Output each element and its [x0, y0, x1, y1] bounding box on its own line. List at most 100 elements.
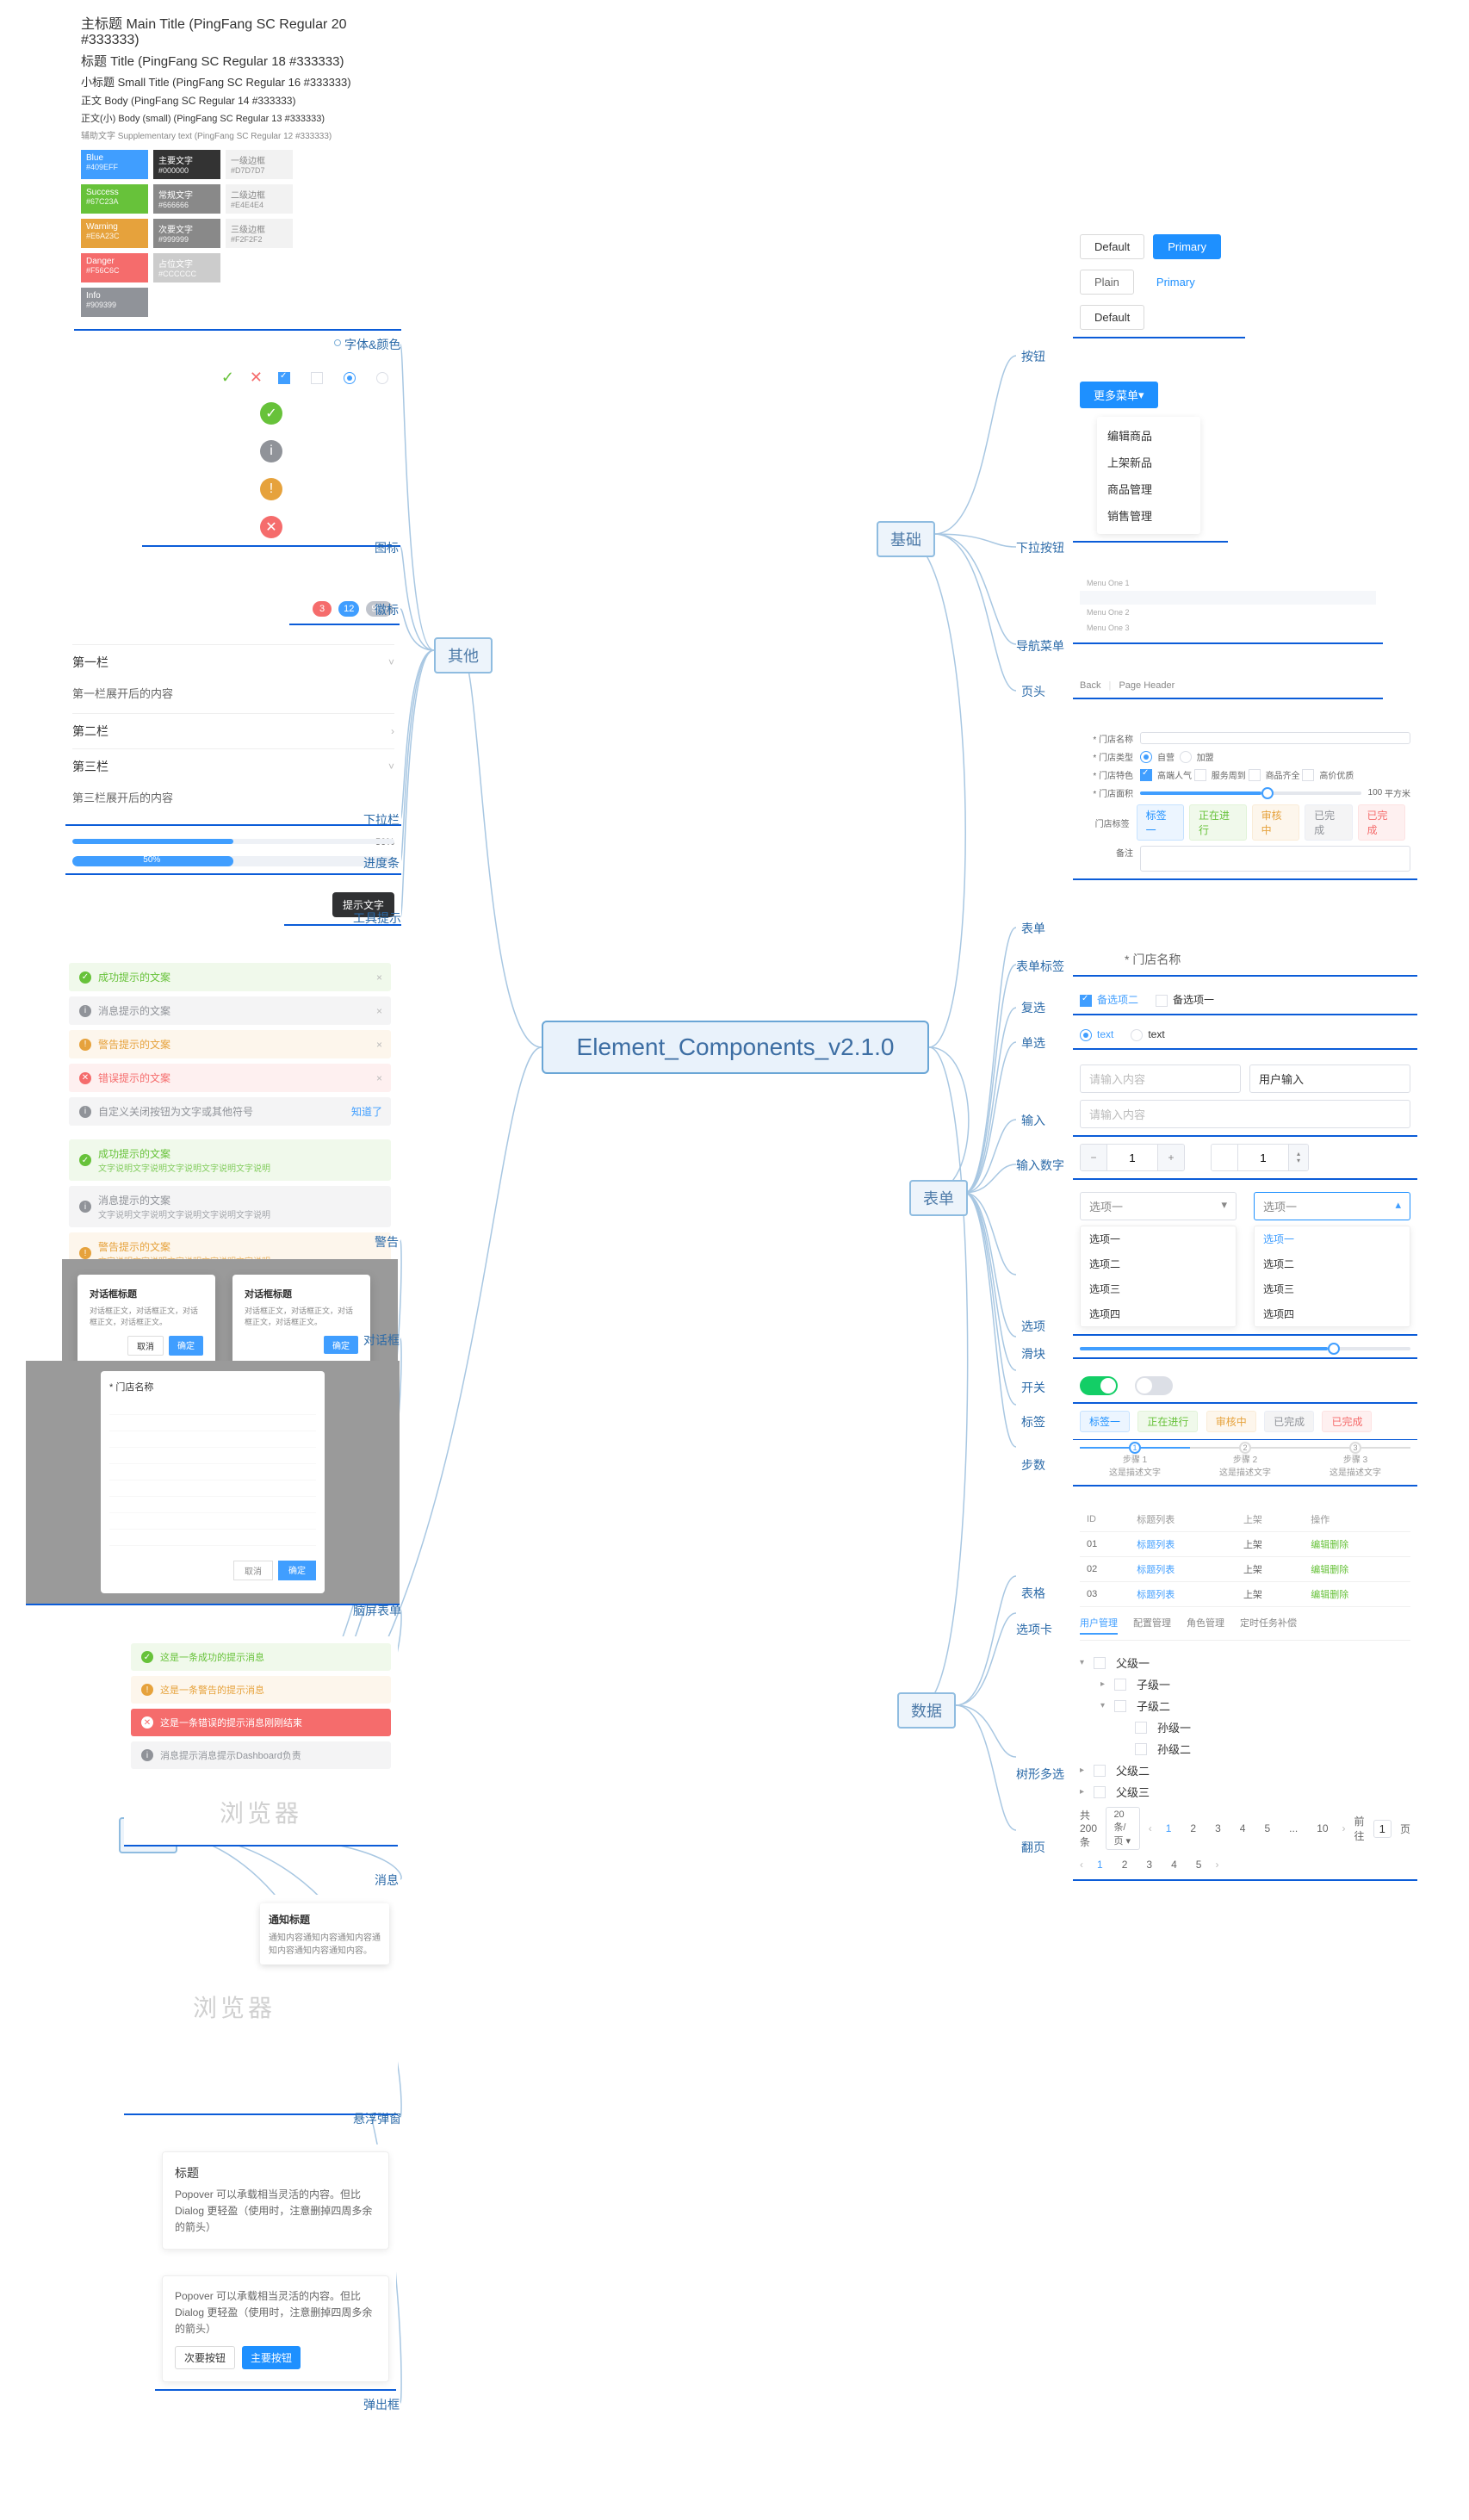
- leaf-badges[interactable]: 徽标: [375, 601, 399, 618]
- select-option[interactable]: 选项三: [1255, 1276, 1410, 1301]
- number-stepper[interactable]: ▴▾: [1211, 1144, 1309, 1171]
- default-button-2[interactable]: Default: [1080, 305, 1144, 330]
- pager-page[interactable]: 4: [1166, 1857, 1182, 1872]
- pager-page[interactable]: 3: [1210, 1821, 1226, 1836]
- leaf-table[interactable]: 表格: [1021, 1585, 1045, 1602]
- leaf-page-header[interactable]: 页头: [1021, 683, 1045, 700]
- leaf-select[interactable]: 选项: [1021, 1318, 1045, 1335]
- text-input[interactable]: 请输入内容: [1080, 1064, 1241, 1093]
- cancel-button[interactable]: 取消: [127, 1336, 164, 1356]
- pager-goto-input[interactable]: 1: [1373, 1820, 1392, 1838]
- cancel-button[interactable]: 取消: [233, 1561, 273, 1580]
- popover-cancel-button[interactable]: 次要按钮: [175, 2346, 235, 2369]
- checkbox-on[interactable]: [1080, 995, 1092, 1007]
- tree-label[interactable]: 父级二: [1116, 1762, 1150, 1778]
- leaf-pagination[interactable]: 翻页: [1021, 1839, 1045, 1856]
- pager-page[interactable]: 3: [1141, 1857, 1157, 1872]
- pager-page[interactable]: 1: [1092, 1857, 1108, 1872]
- select-open[interactable]: 选项一▴: [1254, 1192, 1410, 1220]
- number-stepper[interactable]: −+: [1080, 1144, 1185, 1171]
- pager-page[interactable]: 4: [1235, 1821, 1251, 1836]
- leaf-number[interactable]: 输入数字: [1016, 1157, 1064, 1174]
- leaf-tag[interactable]: 标签: [1021, 1413, 1045, 1431]
- leaf-tooltip[interactable]: 工具提示: [353, 909, 401, 927]
- leaf-font-color[interactable]: 字体&颜色: [344, 336, 400, 353]
- tree-label[interactable]: 子级一: [1137, 1676, 1170, 1692]
- nav-item[interactable]: Menu One 2: [1080, 605, 1376, 620]
- leaf-steps[interactable]: 步数: [1021, 1456, 1045, 1474]
- leaf-full-form[interactable]: 脑屏表单: [353, 1602, 401, 1619]
- branch-form[interactable]: 表单: [909, 1180, 968, 1216]
- root-node[interactable]: Element_Components_v2.1.0: [542, 1021, 929, 1074]
- close-icon[interactable]: ×: [376, 1039, 382, 1051]
- leaf-button[interactable]: 按钮: [1021, 348, 1045, 365]
- pager-page[interactable]: 5: [1191, 1857, 1207, 1872]
- leaf-notify[interactable]: 悬浮弹窗: [353, 2110, 401, 2127]
- menu-item[interactable]: 销售管理: [1107, 502, 1190, 529]
- pager-size[interactable]: 20条/页 ▾: [1106, 1807, 1139, 1850]
- leaf-popover[interactable]: 弹出框: [363, 2396, 400, 2413]
- close-icon[interactable]: ×: [376, 971, 382, 984]
- slider[interactable]: [1080, 1347, 1410, 1350]
- pager-prev[interactable]: ‹: [1080, 1859, 1083, 1871]
- popover-ok-button[interactable]: 主要按钮: [242, 2346, 301, 2369]
- plain-button[interactable]: Plain: [1080, 270, 1134, 295]
- close-icon[interactable]: ×: [376, 1072, 382, 1084]
- menu-item[interactable]: 编辑商品: [1107, 422, 1190, 449]
- close-text[interactable]: 知道了: [351, 1104, 382, 1119]
- leaf-tree[interactable]: 树形多选: [1016, 1766, 1064, 1783]
- radio-off[interactable]: [1131, 1029, 1143, 1041]
- pager-page[interactable]: 2: [1185, 1821, 1201, 1836]
- leaf-form[interactable]: 表单: [1021, 920, 1045, 937]
- collapse-1-title[interactable]: 第一栏: [72, 654, 108, 671]
- select-option[interactable]: 选项一: [1255, 1226, 1410, 1251]
- text-input[interactable]: 请输入内容: [1080, 1100, 1410, 1128]
- leaf-dialog[interactable]: 对话框: [363, 1331, 400, 1349]
- pager-page[interactable]: 2: [1117, 1857, 1133, 1872]
- primary-text-button[interactable]: Primary: [1143, 270, 1209, 295]
- checkbox-off[interactable]: [1156, 995, 1168, 1007]
- pager-next[interactable]: ›: [1215, 1859, 1218, 1871]
- pager-prev[interactable]: ‹: [1149, 1822, 1152, 1834]
- select-option[interactable]: 选项二: [1081, 1251, 1236, 1276]
- branch-data[interactable]: 数据: [897, 1692, 956, 1729]
- leaf-nav-menu[interactable]: 导航菜单: [1016, 637, 1064, 655]
- pager-page[interactable]: 10: [1311, 1821, 1333, 1836]
- collapse-2-title[interactable]: 第二栏: [72, 723, 108, 740]
- select-option[interactable]: 选项一: [1081, 1226, 1236, 1251]
- back-link[interactable]: Back: [1080, 680, 1100, 691]
- primary-button[interactable]: Primary: [1153, 234, 1221, 259]
- leaf-switch[interactable]: 开关: [1021, 1379, 1045, 1396]
- pager-page[interactable]: 5: [1259, 1821, 1275, 1836]
- leaf-message[interactable]: 消息: [375, 1871, 399, 1889]
- leaf-progress[interactable]: 进度条: [363, 854, 400, 872]
- collapse-3-title[interactable]: 第三栏: [72, 758, 108, 775]
- tree-label[interactable]: 父级三: [1116, 1784, 1150, 1800]
- confirm-button[interactable]: 确定: [278, 1561, 316, 1580]
- tab[interactable]: 定时任务补偿: [1240, 1616, 1297, 1635]
- leaf-form-label[interactable]: 表单标签: [1016, 958, 1064, 975]
- nav-item[interactable]: Menu One 3: [1080, 620, 1376, 636]
- select-option[interactable]: 选项四: [1081, 1301, 1236, 1326]
- branch-basic[interactable]: 基础: [877, 521, 935, 557]
- text-input[interactable]: 用户输入: [1249, 1064, 1410, 1093]
- confirm-button[interactable]: 确定: [324, 1336, 358, 1354]
- tab-active[interactable]: 用户管理: [1080, 1616, 1118, 1635]
- select-closed[interactable]: 选项一▾: [1080, 1192, 1237, 1220]
- tree-toggle[interactable]: ▾: [1080, 1658, 1088, 1667]
- tree-label[interactable]: 父级一: [1116, 1654, 1150, 1671]
- tab[interactable]: 配置管理: [1133, 1616, 1171, 1635]
- nav-item[interactable]: Menu One 1: [1080, 575, 1376, 591]
- tree-label[interactable]: 孙级一: [1157, 1719, 1191, 1735]
- select-option[interactable]: 选项二: [1255, 1251, 1410, 1276]
- branch-other[interactable]: 其他: [434, 637, 493, 673]
- leaf-dropdown[interactable]: 下拉栏: [363, 811, 400, 829]
- pager-page[interactable]: 1: [1161, 1821, 1177, 1836]
- more-menu-button[interactable]: 更多菜单: [1080, 382, 1158, 408]
- leaf-radio[interactable]: 单选: [1021, 1034, 1045, 1052]
- tree-label[interactable]: 孙级二: [1157, 1741, 1191, 1757]
- select-option[interactable]: 选项三: [1081, 1276, 1236, 1301]
- pager-next[interactable]: ›: [1342, 1822, 1346, 1834]
- menu-item[interactable]: 商品管理: [1107, 475, 1190, 502]
- select-option[interactable]: 选项四: [1255, 1301, 1410, 1326]
